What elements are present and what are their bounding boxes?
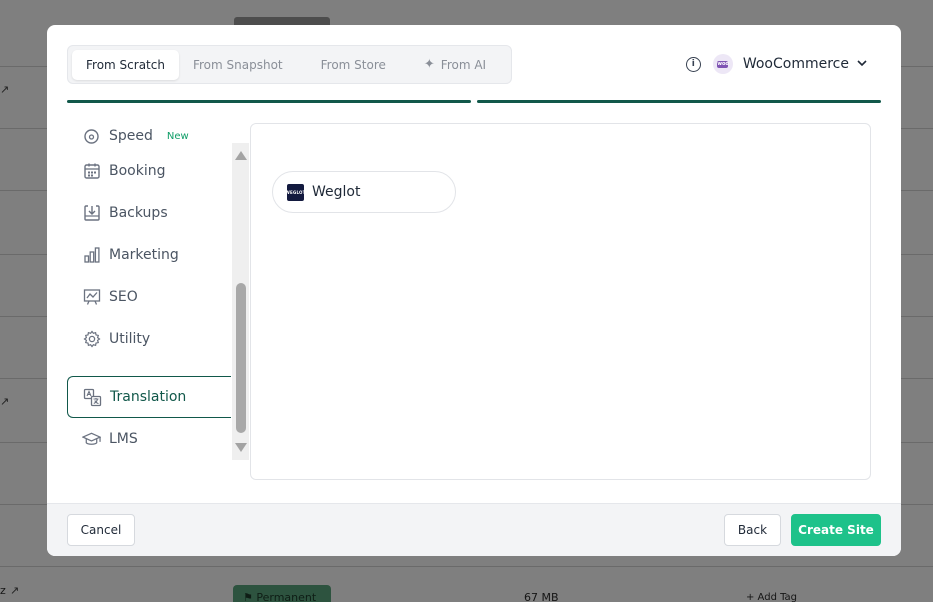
tab-from-snapshot[interactable]: From Snapshot — [179, 50, 297, 80]
source-tabs: From Scratch From Snapshot From Store ✦ … — [67, 45, 512, 84]
platform-label: WooCommerce — [742, 56, 849, 72]
category-label: Booking — [109, 163, 166, 179]
category-list: Speed New Booking Backups Marketing SEO … — [67, 123, 231, 460]
scroll-up-arrow-icon[interactable] — [235, 151, 247, 160]
tab-from-ai[interactable]: ✦ From AI — [410, 50, 500, 80]
category-label: Utility — [109, 331, 151, 347]
category-item-lms[interactable]: LMS — [67, 418, 231, 460]
plugin-card-weglot[interactable]: WEGLOT Weglot — [272, 171, 456, 213]
speed-gauge-icon — [82, 127, 101, 146]
new-badge: New — [166, 130, 189, 142]
bar-chart-icon — [82, 246, 101, 265]
category-item-seo[interactable]: SEO — [67, 276, 231, 318]
category-item-backups[interactable]: Backups — [67, 192, 231, 234]
woocommerce-logo-icon: woo — [712, 54, 733, 74]
plugin-name: Weglot — [312, 184, 361, 200]
back-button[interactable]: Back — [724, 514, 781, 546]
graduation-cap-icon — [82, 430, 101, 449]
scrollbar-thumb[interactable] — [236, 283, 246, 433]
tab-from-scratch[interactable]: From Scratch — [72, 49, 179, 80]
category-label: Marketing — [109, 247, 179, 263]
info-icon[interactable]: i — [685, 56, 701, 72]
tab-from-store[interactable]: From Store — [297, 50, 410, 80]
platform-dropdown[interactable]: woo WooCommerce — [712, 54, 867, 74]
category-item-utility[interactable]: Utility — [67, 318, 231, 360]
translate-icon — [83, 388, 102, 407]
category-item-translation[interactable]: Translation — [67, 376, 231, 418]
plugin-panel: WEGLOT Weglot — [250, 123, 871, 480]
step-progress-1 — [67, 100, 471, 103]
category-item-marketing[interactable]: Marketing — [67, 234, 231, 276]
category-label: LMS — [109, 431, 138, 447]
presentation-chart-icon — [82, 288, 101, 307]
modal-footer: Cancel Back Create Site — [47, 503, 901, 556]
category-label: Speed — [109, 128, 153, 144]
category-label: SEO — [109, 289, 138, 305]
tab-label: From Store — [320, 57, 386, 72]
platform-selector-area: i woo WooCommerce — [685, 53, 867, 75]
category-item-booking[interactable]: Booking — [67, 150, 231, 192]
tab-label: From Snapshot — [192, 57, 283, 72]
step-progress-2 — [477, 100, 881, 103]
category-label: Translation — [110, 389, 187, 405]
cancel-button[interactable]: Cancel — [67, 514, 135, 546]
backup-download-icon — [82, 204, 101, 223]
sparkle-icon: ✦ — [423, 57, 435, 72]
tab-label: From Scratch — [86, 57, 165, 72]
create-site-button[interactable]: Create Site — [791, 514, 881, 546]
calendar-icon — [82, 162, 101, 181]
category-item-speed[interactable]: Speed New — [67, 123, 231, 150]
category-label: Backups — [109, 205, 168, 221]
scroll-down-arrow-icon[interactable] — [235, 443, 247, 452]
weglot-logo-icon: WEGLOT — [285, 183, 305, 201]
tab-label: From AI — [440, 57, 487, 72]
category-scrollbar[interactable] — [232, 143, 249, 460]
chevron-down-icon — [857, 59, 867, 70]
create-site-modal: From Scratch From Snapshot From Store ✦ … — [47, 25, 901, 556]
gear-icon — [82, 330, 101, 349]
